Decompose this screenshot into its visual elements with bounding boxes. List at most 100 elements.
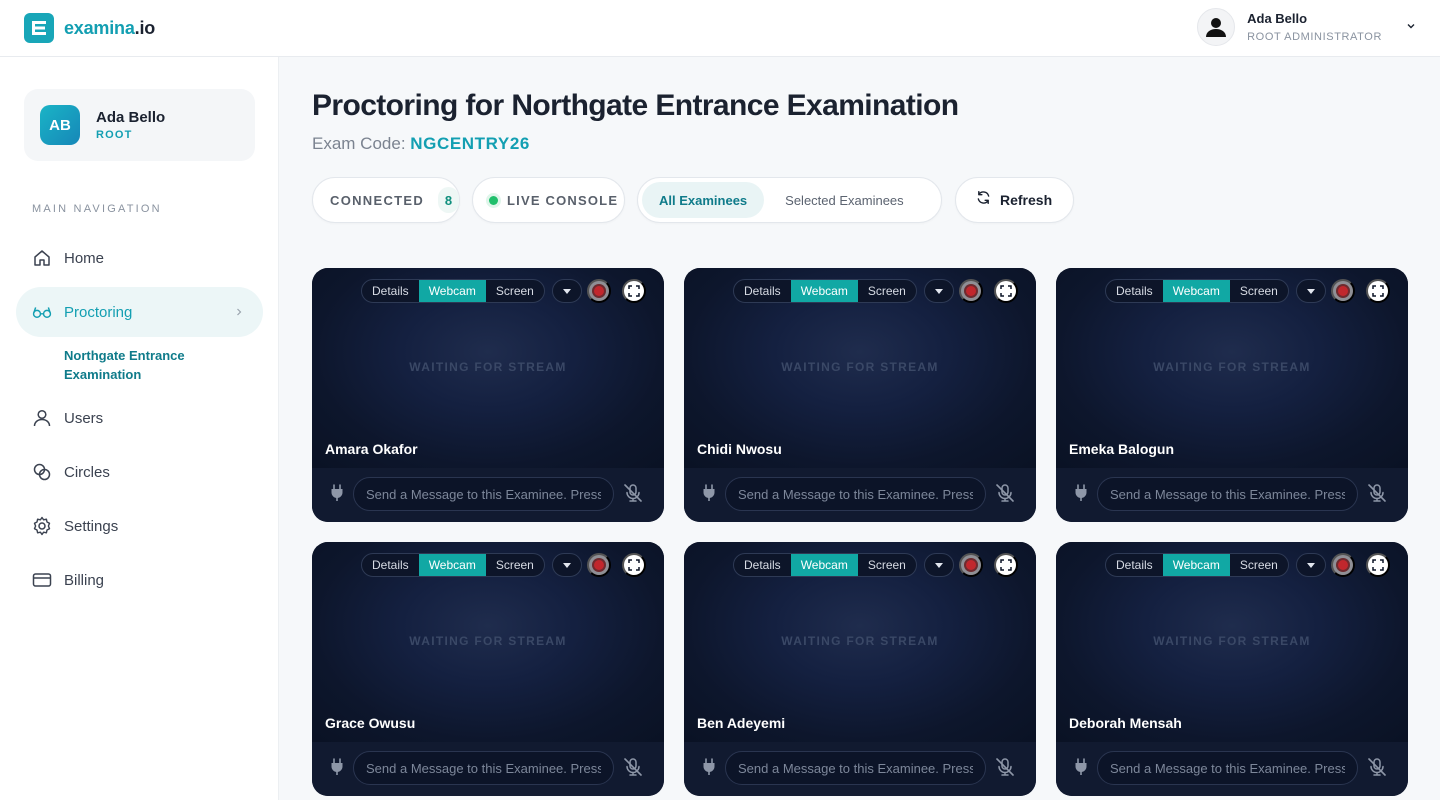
fullscreen-button[interactable] [1365,279,1390,303]
card-controls: Details Webcam Screen [361,279,646,303]
tab-details[interactable]: Details [1106,554,1163,576]
record-button[interactable] [586,279,611,303]
tab-screen[interactable]: Screen [1230,554,1288,576]
refresh-label: Refresh [1000,192,1053,208]
mic-off-icon[interactable] [1367,483,1387,508]
examinee-card: WAITING FOR STREAM Details Webcam Screen… [684,542,1036,796]
user-name: Ada Bello [1247,11,1308,26]
fullscreen-button[interactable] [621,279,646,303]
tab-screen[interactable]: Screen [858,554,916,576]
top-bar: examina.io Ada Bello ROOT ADMINISTRATOR [0,0,1440,57]
more-options-dropdown[interactable] [923,279,954,303]
sidebar-subitem-exam[interactable]: Northgate Entrance Examination [64,346,234,384]
view-tabs: Details Webcam Screen [361,279,545,303]
tab-details[interactable]: Details [362,554,419,576]
tab-webcam[interactable]: Webcam [1162,554,1230,576]
sidebar-item-circles[interactable]: Circles [16,447,263,497]
message-input[interactable] [1097,751,1358,785]
message-input[interactable] [353,751,614,785]
fullscreen-button[interactable] [993,553,1018,577]
user-menu[interactable]: Ada Bello ROOT ADMINISTRATOR [1197,8,1416,46]
examinee-name: Grace Owusu [325,715,416,731]
examinee-name: Ben Adeyemi [697,715,786,731]
connected-counter: CONNECTED 8 [312,177,460,223]
mic-off-icon[interactable] [995,483,1015,508]
sidebar-item-home[interactable]: Home [16,233,263,283]
selected-examinees-button[interactable]: Selected Examinees [768,182,921,218]
more-options-dropdown[interactable] [551,553,582,577]
examinee-card: WAITING FOR STREAM Details Webcam Screen… [1056,268,1408,522]
mic-off-icon[interactable] [995,757,1015,782]
more-options-dropdown[interactable] [1295,553,1326,577]
message-input[interactable] [353,477,614,511]
live-console-label: LIVE CONSOLE [507,192,619,208]
chevron-down-icon[interactable] [1406,18,1416,36]
tab-screen[interactable]: Screen [1230,280,1288,302]
avatar: AB [40,105,80,145]
sidebar-item-billing[interactable]: Billing [16,555,263,605]
tab-details[interactable]: Details [734,554,791,576]
tab-details[interactable]: Details [1106,280,1163,302]
examinee-filter: All Examinees Selected Examinees [637,177,942,223]
more-options-dropdown[interactable] [923,553,954,577]
message-bar [684,468,1036,522]
view-tabs: Details Webcam Screen [733,279,917,303]
profile-card[interactable]: AB Ada Bello ROOT [24,89,255,161]
plug-icon[interactable] [702,484,716,507]
fullscreen-icon [1000,559,1012,571]
tab-webcam[interactable]: Webcam [790,280,858,302]
tab-screen[interactable]: Screen [858,280,916,302]
record-button[interactable] [1330,279,1355,303]
more-options-dropdown[interactable] [551,279,582,303]
tab-webcam[interactable]: Webcam [418,280,486,302]
message-input[interactable] [725,477,986,511]
refresh-button[interactable]: Refresh [955,177,1074,223]
sidebar-item-label: Billing [64,571,105,589]
examinee-name: Amara Okafor [325,441,418,457]
tab-screen[interactable]: Screen [486,280,544,302]
record-button[interactable] [1330,553,1355,577]
brand-logo[interactable]: examina.io [24,13,155,43]
sidebar-item-settings[interactable]: Settings [16,501,263,551]
refresh-icon [976,190,991,210]
nav-heading: MAIN NAVIGATION [32,203,162,215]
examinee-name: Emeka Balogun [1069,441,1175,457]
tab-details[interactable]: Details [362,280,419,302]
tab-screen[interactable]: Screen [486,554,544,576]
message-input[interactable] [725,751,986,785]
record-button[interactable] [958,553,983,577]
sidebar-item-users[interactable]: Users [16,393,263,443]
message-input[interactable] [1097,477,1358,511]
examinee-name: Chidi Nwosu [697,441,782,457]
plug-icon[interactable] [1074,484,1088,507]
mic-off-icon[interactable] [623,757,643,782]
plug-icon[interactable] [702,758,716,781]
tab-webcam[interactable]: Webcam [1162,280,1230,302]
tab-details[interactable]: Details [734,280,791,302]
record-icon [1337,560,1348,570]
card-controls: Details Webcam Screen [1105,553,1390,577]
waiting-for-stream-label: WAITING FOR STREAM [781,634,939,648]
page-title: Proctoring for Northgate Entrance Examin… [312,89,959,122]
fullscreen-button[interactable] [993,279,1018,303]
sidebar-item-proctoring[interactable]: Proctoring [16,287,263,337]
tab-webcam[interactable]: Webcam [790,554,858,576]
plug-icon[interactable] [330,484,344,507]
all-examinees-button[interactable]: All Examinees [642,182,765,218]
mic-off-icon[interactable] [1367,757,1387,782]
logo-mark-icon [24,13,54,43]
user-role: ROOT ADMINISTRATOR [1247,31,1382,43]
message-bar [312,468,664,522]
tab-webcam[interactable]: Webcam [418,554,486,576]
more-options-dropdown[interactable] [1295,279,1326,303]
fullscreen-button[interactable] [621,553,646,577]
record-button[interactable] [958,279,983,303]
record-button[interactable] [586,553,611,577]
plug-icon[interactable] [330,758,344,781]
waiting-for-stream-label: WAITING FOR STREAM [409,634,567,648]
examinee-card: WAITING FOR STREAM Details Webcam Screen… [312,542,664,796]
plug-icon[interactable] [1074,758,1088,781]
fullscreen-button[interactable] [1365,553,1390,577]
mic-off-icon[interactable] [623,483,643,508]
examinee-card: WAITING FOR STREAM Details Webcam Screen… [1056,542,1408,796]
